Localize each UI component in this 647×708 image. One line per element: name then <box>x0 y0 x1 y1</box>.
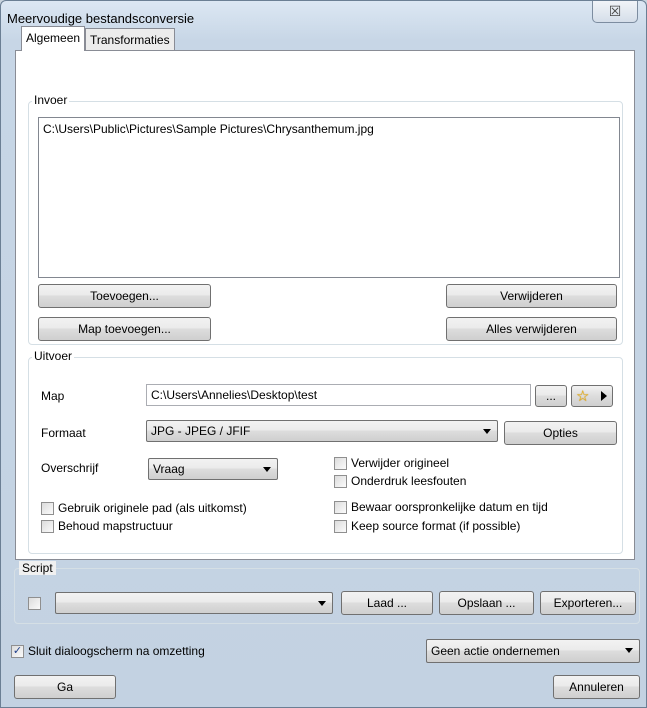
checkbox-box[interactable] <box>334 456 347 470</box>
export-script-button[interactable]: Exporteren... <box>540 591 636 615</box>
post-action-select[interactable]: Geen actie ondernemen <box>426 639 640 663</box>
checkbox-label: Gebruik originele pad (als uitkomst) <box>58 501 247 515</box>
remove-all-button[interactable]: Alles verwijderen <box>446 317 617 341</box>
checkbox-box[interactable] <box>334 500 347 514</box>
checkbox-label: Sluit dialoogscherm na omzetting <box>28 644 205 658</box>
chevron-down-icon <box>263 467 271 472</box>
checkbox-box[interactable] <box>334 519 347 533</box>
add-button[interactable]: Toevoegen... <box>38 284 211 308</box>
star-icon: ☆ <box>576 388 590 405</box>
chevron-down-icon <box>483 429 491 434</box>
close-after-conversion-checkbox[interactable]: ✓ Sluit dialoogscherm na omzetting <box>11 644 205 658</box>
format-select-value: JPG - JPEG / JFIF <box>151 424 251 438</box>
folder-label: Map <box>41 389 65 403</box>
conversion-dialog: Meervoudige bestandsconversie ☒ Algemeen… <box>0 0 647 708</box>
favorites-button[interactable]: ☆ <box>571 385 613 407</box>
cancel-button[interactable]: Annuleren <box>553 675 640 699</box>
options-button[interactable]: Opties <box>504 421 617 445</box>
save-script-button[interactable]: Opslaan ... <box>439 591 534 615</box>
checkbox-box[interactable] <box>41 501 54 515</box>
script-enabled-checkbox[interactable] <box>28 597 45 610</box>
tab-panel-algemeen: Invoer C:\Users\Public\Pictures\Sample P… <box>15 50 635 560</box>
arrow-right-icon <box>601 391 607 401</box>
input-file-list[interactable]: C:\Users\Public\Pictures\Sample Pictures… <box>38 117 620 278</box>
checkbox-label: Behoud mapstructuur <box>58 519 173 533</box>
script-group-label: Script <box>19 561 56 575</box>
output-group-label: Uitvoer <box>32 349 75 363</box>
checkbox-label: Bewaar oorspronkelijke datum en tijd <box>351 500 548 514</box>
delete-original-checkbox[interactable]: Verwijder origineel <box>334 456 449 470</box>
overwrite-select[interactable]: Vraag <box>148 458 278 480</box>
browse-button[interactable]: ... <box>535 385 567 407</box>
keep-folder-structure-checkbox[interactable]: Behoud mapstructuur <box>41 519 173 533</box>
keep-original-date-checkbox[interactable]: Bewaar oorspronkelijke datum en tijd <box>334 500 548 514</box>
output-folder-field[interactable]: C:\Users\Annelies\Desktop\test <box>146 384 531 406</box>
tab-algemeen[interactable]: Algemeen <box>21 26 86 51</box>
list-item[interactable]: C:\Users\Public\Pictures\Sample Pictures… <box>43 122 615 136</box>
input-group-label: Invoer <box>32 93 70 107</box>
post-action-value: Geen actie ondernemen <box>431 644 560 658</box>
checkbox-box[interactable] <box>334 474 347 488</box>
add-folder-button[interactable]: Map toevoegen... <box>38 317 211 341</box>
window-title: Meervoudige bestandsconversie <box>7 11 195 26</box>
tab-label: Algemeen <box>26 31 81 45</box>
close-icon: ☒ <box>608 3 622 19</box>
checkbox-label: Onderdruk leesfouten <box>351 474 467 488</box>
checkbox-label: Verwijder origineel <box>351 456 450 470</box>
script-select[interactable] <box>55 592 333 614</box>
checkbox-box[interactable] <box>41 519 54 533</box>
keep-source-format-checkbox[interactable]: Keep source format (if possible) <box>334 519 520 533</box>
format-select[interactable]: JPG - JPEG / JFIF <box>146 420 498 442</box>
use-original-path-checkbox[interactable]: Gebruik originele pad (als uitkomst) <box>41 501 247 515</box>
tab-label: Transformaties <box>90 33 170 47</box>
checkbox-box[interactable]: ✓ <box>11 644 24 658</box>
go-button[interactable]: Ga <box>14 675 116 699</box>
chevron-down-icon <box>625 648 633 653</box>
remove-button[interactable]: Verwijderen <box>446 284 617 308</box>
close-button[interactable]: ☒ <box>592 1 638 23</box>
format-label: Formaat <box>41 426 86 440</box>
chevron-down-icon <box>318 601 326 606</box>
overwrite-select-value: Vraag <box>153 462 185 476</box>
tab-transformaties[interactable]: Transformaties <box>85 28 175 50</box>
checkbox-label: Keep source format (if possible) <box>351 519 521 533</box>
load-script-button[interactable]: Laad ... <box>341 591 433 615</box>
overwrite-label: Overschrijf <box>41 461 99 475</box>
checkbox-box[interactable] <box>28 597 41 610</box>
suppress-read-errors-checkbox[interactable]: Onderdruk leesfouten <box>334 474 466 488</box>
